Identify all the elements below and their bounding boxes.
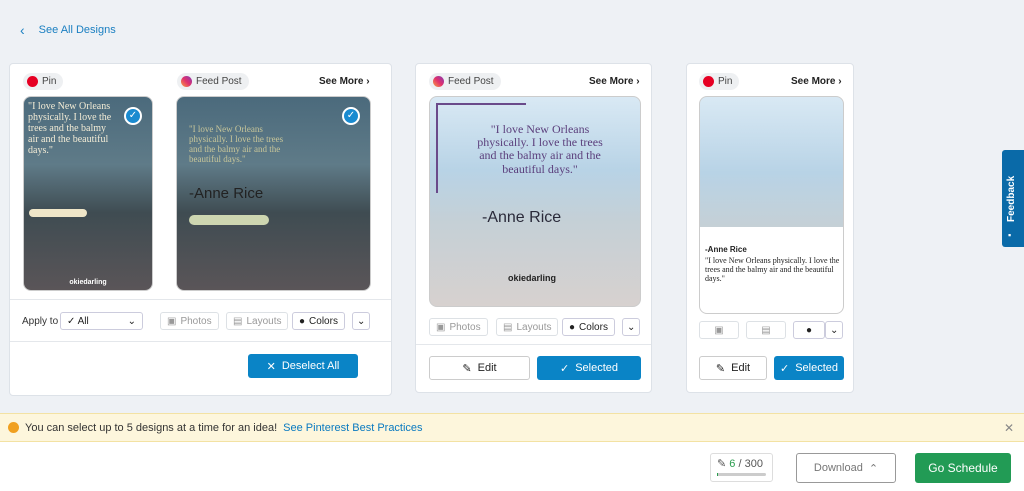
design-thumbnail-feed[interactable]: "I love New Orleans physically. I love t… [176, 96, 371, 291]
check-icon: ✓ [779, 362, 790, 375]
usage-meter: ✎ 6 / 300 [710, 453, 773, 482]
see-more-link[interactable]: See More › [319, 76, 370, 87]
see-all-designs-link[interactable]: ‹ See All Designs [20, 22, 116, 38]
close-icon: ✕ [266, 360, 276, 373]
layout-icon: ▤ [761, 324, 771, 336]
deselect-all-button[interactable]: ✕ Deselect All [248, 354, 358, 378]
colors-dropdown[interactable]: ⌄ [352, 312, 370, 330]
chevron-down-icon: ⌄ [127, 315, 136, 327]
layouts-button[interactable]: ▤ Layouts [496, 318, 559, 336]
download-button[interactable]: Download ⌃ [796, 453, 896, 483]
feed-post-chip: Feed Post [429, 73, 501, 90]
palette-icon: ● [299, 315, 306, 327]
design-thumbnail-pin[interactable]: "I love New Orleans physically. I love t… [23, 96, 153, 291]
pin-chip: Pin [23, 73, 64, 90]
footer-bar: ✎ 6 / 300 Download ⌃ Go Schedule [0, 442, 1024, 491]
info-banner: You can select up to 5 designs at a time… [0, 413, 1024, 442]
photos-button[interactable]: ▣ Photos [429, 318, 488, 336]
feedback-tab[interactable]: Feedback ▪ [1002, 150, 1024, 247]
selected-button[interactable]: ✓ Selected [774, 356, 844, 380]
design-thumbnail[interactable]: "I love New Orleans physically. I love t… [429, 96, 641, 307]
layouts-button[interactable]: ▤ [746, 321, 786, 339]
colors-dropdown[interactable]: ⌄ [825, 321, 843, 339]
photos-button[interactable]: ▣ Photos [160, 312, 219, 330]
photo-icon: ▣ [714, 324, 724, 336]
instagram-icon [181, 76, 192, 87]
layouts-button[interactable]: ▤ Layouts [226, 312, 289, 330]
design-card-group: Pin Feed Post See More › "I love New Orl… [9, 63, 392, 396]
feed-post-chip: Feed Post [177, 73, 249, 90]
pinterest-icon [703, 76, 714, 87]
layout-icon: ▤ [503, 321, 513, 333]
go-schedule-button[interactable]: Go Schedule [915, 453, 1011, 483]
chat-icon: ▪ [1008, 230, 1012, 240]
see-more-link[interactable]: See More › [791, 76, 842, 87]
chevron-up-icon: ⌃ [868, 462, 879, 475]
pencil-icon: ✎ [715, 362, 726, 375]
best-practices-link[interactable]: See Pinterest Best Practices [283, 422, 422, 434]
palette-icon: ● [805, 324, 813, 336]
warning-icon [8, 422, 19, 433]
design-card-feed: Feed Post See More › "I love New Orleans… [415, 63, 652, 393]
see-more-link[interactable]: See More › [589, 76, 640, 87]
colors-button[interactable]: ● Colors [292, 312, 345, 330]
edit-button[interactable]: ✎ Edit [429, 356, 530, 380]
photos-button[interactable]: ▣ [699, 321, 739, 339]
selected-check-icon[interactable]: ✓ [124, 107, 142, 125]
instagram-icon [433, 76, 444, 87]
pencil-icon: ✎ [462, 362, 472, 375]
design-card-pin: Pin See More › -Anne Rice "I love New Or… [686, 63, 854, 393]
photo-icon: ▣ [436, 321, 446, 333]
chevron-left-icon: ‹ [20, 22, 25, 38]
design-thumbnail[interactable]: -Anne Rice "I love New Orleans physicall… [699, 96, 844, 314]
close-icon[interactable]: ✕ [1004, 421, 1014, 435]
selected-button[interactable]: ✓ Selected [537, 356, 641, 380]
edit-button[interactable]: ✎ Edit [699, 356, 767, 380]
colors-button[interactable]: ● Colors [562, 318, 615, 336]
check-icon: ✓ [559, 362, 570, 375]
palette-icon: ● [569, 321, 576, 333]
pinterest-icon [27, 76, 38, 87]
colors-dropdown[interactable]: ⌄ [622, 318, 640, 336]
selected-check-icon[interactable]: ✓ [342, 107, 360, 125]
colors-button[interactable]: ● [793, 321, 825, 339]
apply-to-select[interactable]: ✓ All ⌄ [60, 312, 143, 330]
photo-icon: ▣ [167, 315, 177, 327]
pin-chip: Pin [699, 73, 740, 90]
brush-icon: ✎ [717, 458, 727, 470]
layout-icon: ▤ [233, 315, 243, 327]
